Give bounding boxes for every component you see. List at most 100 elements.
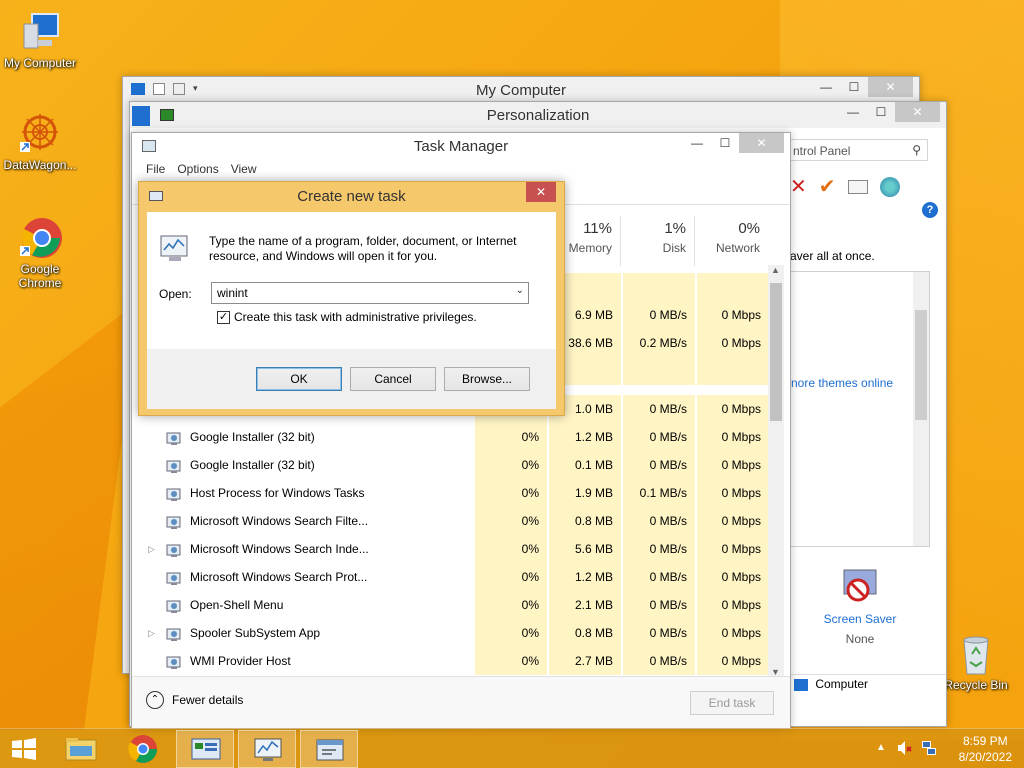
browse-button[interactable]: Browse... <box>444 367 530 391</box>
table-row[interactable]: WMI Provider Host 0% 2.7 MB 0 MB/s 0 Mbps <box>140 647 769 675</box>
menu-options[interactable]: Options <box>171 159 224 179</box>
process-name: Google Installer (32 bit) <box>190 458 315 472</box>
cpu-value: 0% <box>521 458 539 472</box>
screen-saver-value: None <box>845 632 875 646</box>
minimize-button[interactable]: — <box>683 133 711 153</box>
column-header-network[interactable]: 0% Network <box>694 216 768 266</box>
close-button[interactable]: ✕ <box>526 182 556 202</box>
close-button[interactable]: ✕ <box>739 133 784 153</box>
clock-date: 8/20/2022 <box>958 750 1012 764</box>
desktop-icon-my-computer[interactable]: My Computer <box>0 10 80 70</box>
windows-logo-icon <box>12 738 36 760</box>
desktop-icon-datawagon[interactable]: DataWagon... <box>0 112 80 172</box>
memory-value: 1.0 MB <box>574 402 613 416</box>
table-row[interactable]: ▷ Spooler SubSystem App 0% 0.8 MB 0 MB/s 0 Mb… <box>140 619 769 647</box>
memory-value: 1.2 MB <box>574 570 613 584</box>
process-scrollbar[interactable]: ▲ ▼ <box>768 265 784 677</box>
fewer-details-button[interactable]: ⌃ Fewer details <box>146 691 243 709</box>
more-themes-link[interactable]: nore themes online <box>791 376 893 390</box>
my-computer-titlebar[interactable]: ▾ My Computer — ☐ ✕ <box>123 77 919 103</box>
table-row[interactable]: Google Installer (32 bit) 0% 1.2 MB 0 MB/s 0… <box>140 423 769 451</box>
chevron-up-icon[interactable]: ▲ <box>876 742 886 753</box>
screen-saver-icon <box>840 566 880 606</box>
taskbar-run-dialog[interactable] <box>300 730 358 768</box>
maximize-button[interactable]: ☐ <box>711 133 739 153</box>
volume-muted-icon[interactable] <box>896 739 912 760</box>
open-combobox[interactable]: winint ⌄ <box>211 282 529 304</box>
computer-small-icon <box>794 678 808 691</box>
expand-icon[interactable]: ▷ <box>148 535 155 563</box>
end-task-button[interactable]: End task <box>690 691 774 715</box>
column-header-disk[interactable]: 1% Disk <box>620 216 694 266</box>
start-button[interactable] <box>0 730 48 768</box>
create-new-task-dialog[interactable]: Create new task ✕ Type the name of a pro… <box>138 181 565 416</box>
table-row[interactable]: Host Process for Windows Tasks 0% 1.9 MB 0.… <box>140 479 769 507</box>
task-manager-icon <box>254 738 282 761</box>
check-icon[interactable]: ✔ <box>819 174 836 199</box>
open-input[interactable]: winint <box>217 286 248 300</box>
themes-scrollbar[interactable] <box>913 272 929 546</box>
table-row[interactable]: Open-Shell Menu 0% 2.1 MB 0 MB/s 0 Mbps <box>140 591 769 619</box>
scrollbar-thumb[interactable] <box>770 283 782 421</box>
maximize-button[interactable]: ☐ <box>867 102 895 122</box>
process-name: WMI Provider Host <box>190 654 291 668</box>
network-icon[interactable] <box>920 739 938 760</box>
open-label: Open: <box>159 287 192 301</box>
ok-button[interactable]: OK <box>256 367 342 391</box>
scrollbar-thumb[interactable] <box>915 310 927 420</box>
system-clock[interactable]: 8:59 PM 8/20/2022 <box>959 733 1012 765</box>
task-manager-titlebar[interactable]: Task Manager — ☐ ✕ <box>132 133 790 159</box>
disk-value: 0.2 MB/s <box>639 336 687 350</box>
chevron-down-icon[interactable]: ⌄ <box>516 285 524 296</box>
table-row[interactable]: Microsoft Windows Search Filte... 0% 0.8 M… <box>140 507 769 535</box>
disk-value: 0 MB/s <box>649 308 687 322</box>
menu-view[interactable]: View <box>225 159 263 179</box>
search-icon[interactable]: ⚲ <box>912 143 921 157</box>
close-button[interactable]: ✕ <box>868 77 913 97</box>
maximize-button[interactable]: ☐ <box>840 77 868 97</box>
memory-value: 2.1 MB <box>574 598 613 612</box>
display-icon[interactable] <box>847 179 868 194</box>
network-percent: 0% <box>738 220 760 237</box>
close-button[interactable]: ✕ <box>895 102 940 122</box>
process-icon <box>166 429 182 445</box>
minimize-button[interactable]: — <box>839 102 867 122</box>
admin-checkbox[interactable]: ✓ <box>217 310 230 324</box>
menu-file[interactable]: File <box>140 159 171 179</box>
folder-icon <box>65 738 97 761</box>
table-row[interactable]: Google Installer (32 bit) 0% 0.1 MB 0 MB/s 0… <box>140 451 769 479</box>
process-name: Google Installer (32 bit) <box>190 430 315 444</box>
cancel-button[interactable]: Cancel <box>350 367 436 391</box>
personalization-titlebar[interactable]: Personalization — ☐ ✕ <box>130 102 946 128</box>
dialog-description: Type the name of a program, folder, docu… <box>209 234 517 263</box>
globe-icon[interactable] <box>879 176 900 197</box>
taskbar-chrome[interactable] <box>114 730 172 768</box>
table-row[interactable]: Microsoft Windows Search Prot... 0% 1.2 MB… <box>140 563 769 591</box>
cpu-value: 0% <box>521 514 539 528</box>
taskbar-task-manager[interactable] <box>238 730 296 768</box>
description-snippet: aver all at once. <box>790 249 875 263</box>
window-title: My Computer <box>475 82 567 99</box>
table-row[interactable]: ▷ Microsoft Windows Search Inde... 0% 5.6 M… <box>140 535 769 563</box>
admin-checkbox-label: Create this task with administrative pri… <box>234 310 477 324</box>
taskbar-file-explorer[interactable] <box>52 730 110 768</box>
cpu-value: 0% <box>521 654 539 668</box>
help-icon[interactable]: ? <box>922 202 938 218</box>
dialog-title: Create new task <box>297 188 406 205</box>
taskbar-control-panel[interactable] <box>176 730 234 768</box>
desktop-icon-google-chrome[interactable]: Google Chrome <box>0 216 80 290</box>
expand-icon[interactable]: ▷ <box>148 619 155 647</box>
screen-saver-item[interactable]: Screen Saver None <box>820 566 900 646</box>
search-input[interactable]: ntrol Panel ⚲ <box>790 139 928 161</box>
desktop-icon-recycle-bin[interactable]: Recycle Bin <box>940 632 1012 692</box>
admin-checkbox-row[interactable]: ✓ Create this task with administrative p… <box>217 310 477 324</box>
process-icon <box>166 653 182 669</box>
process-icon <box>166 569 182 585</box>
minimize-button[interactable]: — <box>812 77 840 97</box>
scroll-up-icon[interactable]: ▲ <box>771 265 780 275</box>
process-name: Microsoft Windows Search Filte... <box>190 514 369 528</box>
themes-list[interactable]: nore themes online <box>790 271 930 547</box>
delete-icon[interactable]: ✕ <box>790 174 807 199</box>
memory-value: 0.8 MB <box>574 514 613 528</box>
disk-value: 0 MB/s <box>649 458 687 472</box>
